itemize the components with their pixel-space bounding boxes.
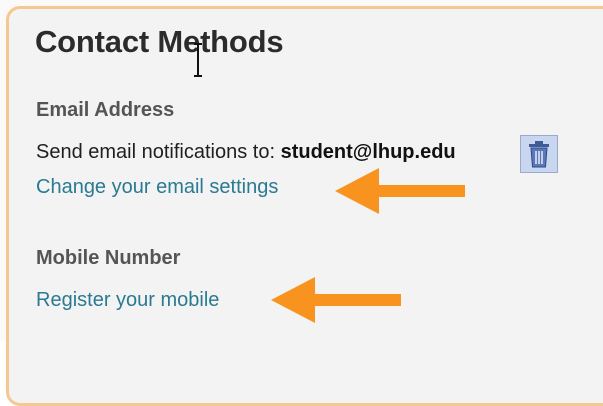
email-address-heading: Email Address — [36, 99, 175, 121]
page-title: Contact Methods — [35, 24, 284, 59]
text-cursor-icon — [194, 43, 202, 77]
arrow-left-icon — [335, 168, 465, 214]
arrow-left-icon — [271, 277, 401, 323]
delete-email-button[interactable] — [520, 135, 558, 173]
register-mobile-link[interactable]: Register your mobile — [36, 289, 219, 312]
email-notification-line: Send email notifications to: student@lhu… — [36, 141, 456, 164]
page-background: Contact Methods Email Address Send email… — [0, 0, 603, 406]
contact-methods-panel — [6, 6, 603, 406]
mobile-number-heading: Mobile Number — [36, 247, 181, 269]
trash-icon — [529, 141, 549, 168]
email-address-value: student@lhup.edu — [280, 141, 456, 163]
email-notify-label: Send email notifications to: — [36, 141, 276, 163]
change-email-settings-link[interactable]: Change your email settings — [36, 176, 278, 199]
